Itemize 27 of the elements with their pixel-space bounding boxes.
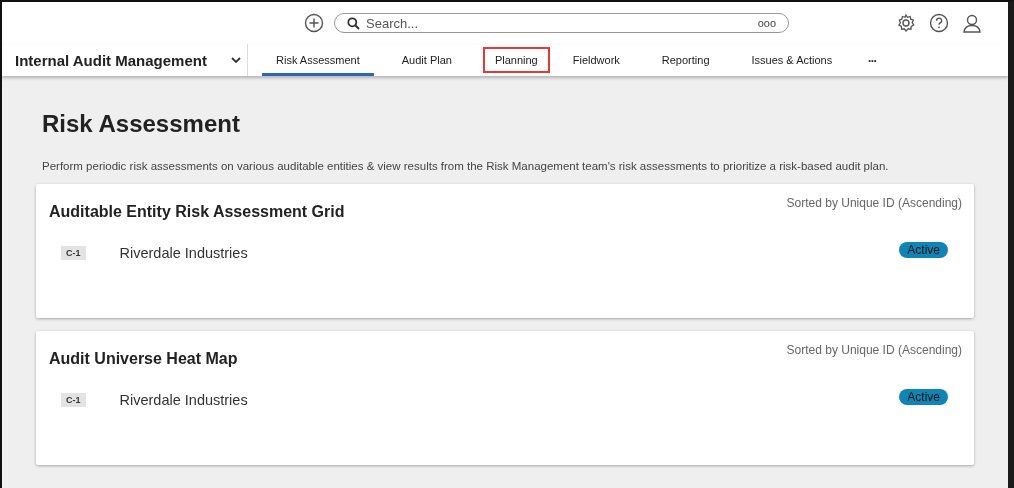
- status-badge: Active: [899, 242, 948, 258]
- status-badge: Active: [899, 389, 948, 405]
- add-icon[interactable]: [304, 13, 324, 33]
- settings-icon[interactable]: [896, 13, 916, 33]
- search-options[interactable]: ooo: [757, 17, 776, 29]
- id-tag: C-1: [61, 246, 86, 260]
- nav-tab[interactable]: Fieldwork: [558, 44, 634, 76]
- chevron-down-icon: [231, 56, 241, 64]
- help-icon[interactable]: [929, 13, 949, 33]
- nav-tab[interactable]: Issues & Actions: [737, 44, 847, 76]
- search-icon: [347, 16, 360, 30]
- more-tabs-button[interactable]: •••: [860, 44, 885, 76]
- nav-tab[interactable]: Risk Assessment: [262, 44, 374, 76]
- nav-tab[interactable]: Reporting: [647, 44, 724, 76]
- id-tag: C-1: [61, 393, 86, 407]
- card-title: Auditable Entity Risk Assessment Grid: [49, 203, 345, 221]
- entity-name[interactable]: Riverdale Industries: [119, 245, 248, 261]
- user-icon[interactable]: [962, 13, 982, 33]
- page-description: Perform periodic risk assessments on various auditable entities & view results from the Risk Management team's risk assessments to prioritize a risk-based audit plan.: [42, 160, 890, 172]
- nav-tab[interactable]: Planning: [479, 44, 553, 76]
- sort-note: Sorted by Unique ID (Ascending): [786, 343, 962, 357]
- entity-name[interactable]: Riverdale Industries: [119, 392, 248, 408]
- page-title: Risk Assessment: [42, 110, 241, 138]
- sort-note: Sorted by Unique ID (Ascending): [786, 196, 962, 210]
- card-title: Audit Universe Heat Map: [49, 350, 238, 368]
- app-selector[interactable]: Internal Audit Management: [2, 44, 248, 76]
- nav-tab[interactable]: Audit Plan: [387, 44, 466, 76]
